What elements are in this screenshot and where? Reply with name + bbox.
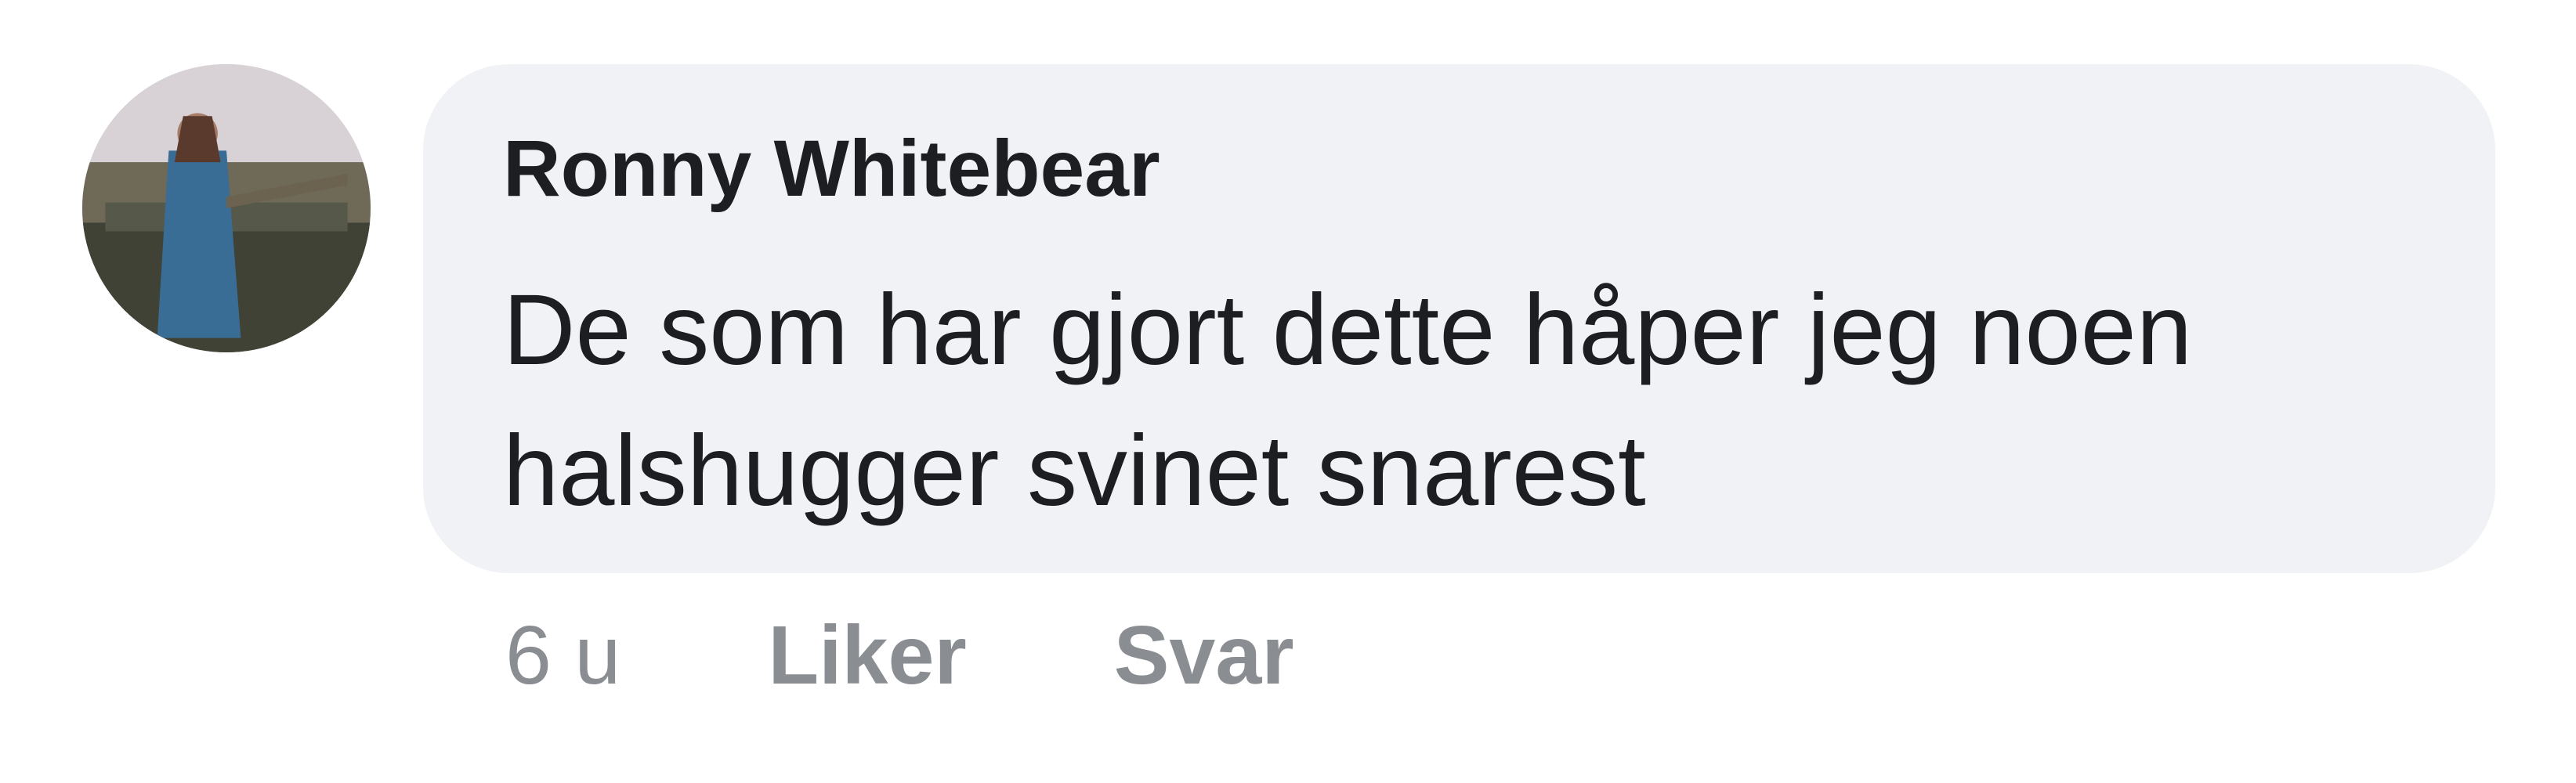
reply-button[interactable]: Svar	[1114, 614, 1294, 697]
comment-bubble: Ronny Whitebear De som har gjort dette h…	[423, 64, 2495, 573]
avatar-photo	[82, 64, 371, 352]
comment: Ronny Whitebear De som har gjort dette h…	[0, 0, 2576, 783]
comment-actions: 6 u Liker Svar	[505, 604, 1294, 706]
comment-timestamp[interactable]: 6 u	[505, 614, 620, 697]
avatar[interactable]	[82, 64, 371, 352]
comment-author[interactable]: Ronny Whitebear	[503, 128, 1160, 208]
comment-text: De som har gjort dette håper jeg noen ha…	[503, 274, 2192, 527]
like-button[interactable]: Liker	[768, 614, 966, 697]
